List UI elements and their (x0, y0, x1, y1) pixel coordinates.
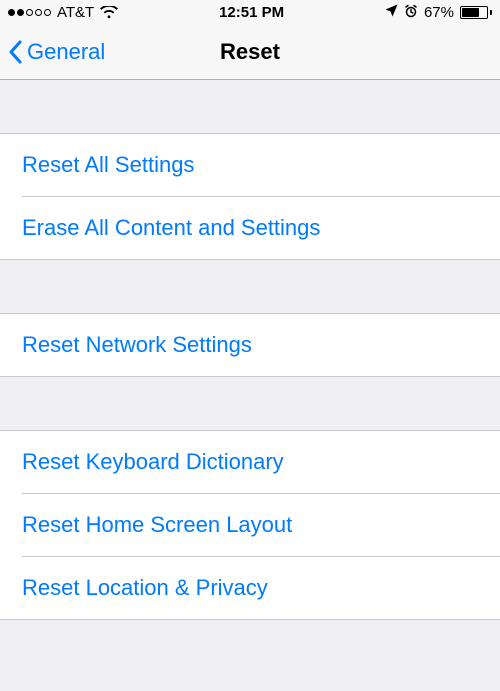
chevron-left-icon (8, 40, 23, 64)
section-gap (0, 80, 500, 133)
reset-location-privacy-button[interactable]: Reset Location & Privacy (22, 556, 500, 619)
battery-icon (460, 6, 492, 19)
settings-group-3: Reset Keyboard Dictionary Reset Home Scr… (0, 430, 500, 620)
reset-keyboard-dictionary-button[interactable]: Reset Keyboard Dictionary (0, 431, 500, 493)
back-button[interactable]: General (8, 39, 105, 65)
section-gap (0, 377, 500, 430)
nav-bar: General Reset (0, 25, 500, 80)
signal-strength-dots (8, 9, 51, 16)
wifi-icon (100, 6, 118, 19)
back-label: General (27, 39, 105, 65)
location-icon (385, 4, 398, 21)
battery-percentage: 67% (424, 4, 454, 21)
settings-group-1: Reset All Settings Erase All Content and… (0, 133, 500, 260)
reset-network-settings-button[interactable]: Reset Network Settings (0, 314, 500, 376)
erase-all-content-button[interactable]: Erase All Content and Settings (22, 196, 500, 259)
settings-group-2: Reset Network Settings (0, 313, 500, 377)
reset-home-screen-layout-button[interactable]: Reset Home Screen Layout (22, 493, 500, 556)
section-gap (0, 260, 500, 313)
reset-all-settings-button[interactable]: Reset All Settings (0, 134, 500, 196)
status-bar: AT&T 12:51 PM 67% (0, 0, 500, 25)
clock-time: 12:51 PM (118, 4, 385, 21)
carrier-label: AT&T (57, 4, 94, 21)
alarm-icon (404, 4, 418, 22)
